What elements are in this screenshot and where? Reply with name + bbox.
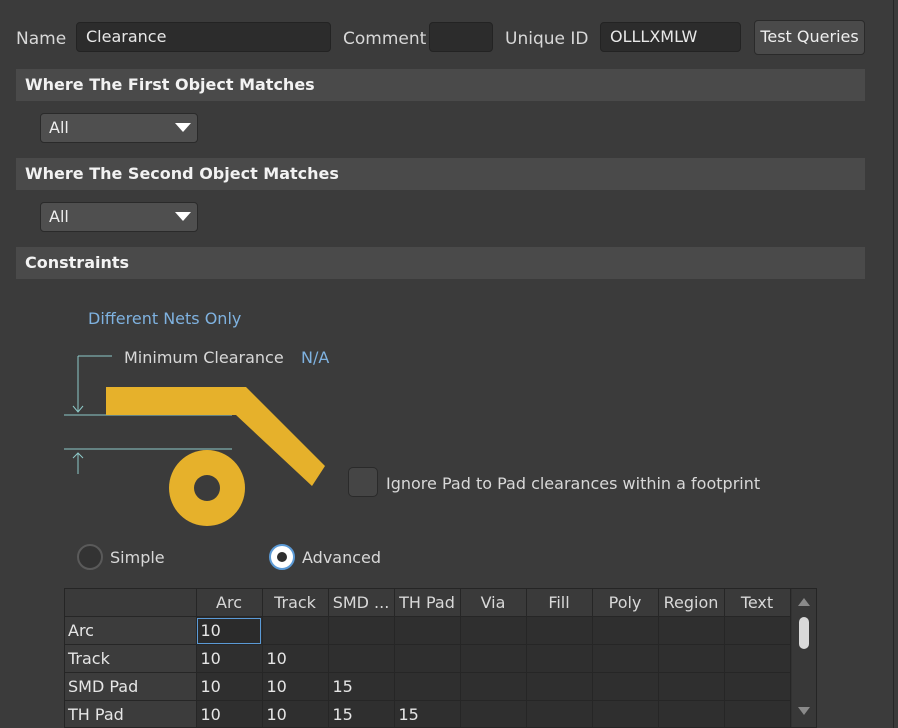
comment-label: Comment [343,29,427,49]
table-cell[interactable] [526,644,593,673]
first-object-header: Where The First Object Matches [16,69,865,101]
table-row: Track 10 10 [65,644,791,673]
table-cell[interactable] [724,616,791,645]
table-cell[interactable] [658,700,725,727]
column-header: Arc [196,589,263,617]
table-cell[interactable]: 10 [196,644,263,673]
table-cell[interactable]: 10 [196,700,263,727]
matrix-scrollbar[interactable] [792,589,816,727]
second-object-value: All [49,207,69,226]
table-cell[interactable] [724,700,791,727]
simple-label: Simple [110,548,165,567]
unique-id-label: Unique ID [505,29,589,49]
constraints-header: Constraints [16,247,865,279]
clearance-table: Arc Track SMD ... TH Pad Via Fill Poly R… [65,589,791,727]
scrollbar-thumb[interactable] [799,617,809,649]
table-cell[interactable] [724,672,791,701]
table-row: Arc 10 [65,616,791,645]
table-cell[interactable] [394,644,461,673]
first-object-value: All [49,118,69,137]
table-cell[interactable] [526,672,593,701]
table-cell[interactable] [460,672,527,701]
table-cell[interactable]: 10 [262,672,329,701]
table-cell[interactable] [592,672,659,701]
first-object-dropdown[interactable]: All [40,113,198,143]
chevron-down-icon [175,212,191,221]
column-header: SMD ... [328,589,395,617]
table-cell[interactable] [460,644,527,673]
table-cell[interactable] [460,700,527,727]
ignore-pad-label: Ignore Pad to Pad clearances within a fo… [386,474,761,493]
table-cell[interactable] [328,616,395,645]
table-row: TH Pad 10 10 15 15 [65,700,791,727]
table-cell[interactable] [526,700,593,727]
column-header: Track [262,589,329,617]
table-cell[interactable] [526,616,593,645]
clearance-diagram [64,355,325,526]
clearance-matrix[interactable]: Arc Track SMD ... TH Pad Via Fill Poly R… [64,588,817,728]
table-cell[interactable] [394,616,461,645]
table-cell[interactable]: 15 [328,672,395,701]
row-header: Arc [65,616,197,645]
column-header: Poly [592,589,659,617]
column-header: Text [724,589,791,617]
row-header: Track [65,644,197,673]
second-object-header: Where The Second Object Matches [16,158,865,190]
table-cell[interactable] [592,644,659,673]
table-cell[interactable] [658,644,725,673]
table-cell[interactable] [658,616,725,645]
table-cell[interactable]: 10 [196,616,263,645]
scroll-up-icon[interactable] [798,598,810,606]
table-cell[interactable]: 10 [262,700,329,727]
table-cell[interactable]: 10 [262,644,329,673]
radio-dot-icon [277,552,287,562]
table-cell[interactable] [328,644,395,673]
table-cell[interactable] [592,700,659,727]
column-header: TH Pad [394,589,461,617]
table-cell[interactable] [592,616,659,645]
comment-input[interactable] [429,22,493,52]
table-cell[interactable] [724,644,791,673]
name-label: Name [16,29,67,49]
second-object-dropdown[interactable]: All [40,202,198,232]
table-cell[interactable] [262,616,329,645]
table-cell[interactable]: 15 [328,700,395,727]
column-header: Fill [526,589,593,617]
name-input[interactable]: Clearance [76,22,331,52]
advanced-radio[interactable] [269,544,295,570]
matrix-corner [65,589,197,617]
column-header: Via [460,589,527,617]
ignore-pad-checkbox[interactable] [348,467,378,497]
table-cell[interactable] [658,672,725,701]
row-header: SMD Pad [65,672,197,701]
chevron-down-icon [175,123,191,132]
row-header: TH Pad [65,700,197,727]
table-cell[interactable]: 15 [394,700,461,727]
matrix-header-row: Arc Track SMD ... TH Pad Via Fill Poly R… [65,589,791,617]
test-queries-button[interactable]: Test Queries [754,20,865,55]
table-cell[interactable] [394,672,461,701]
different-nets-link[interactable]: Different Nets Only [88,309,241,328]
table-cell[interactable]: 10 [196,672,263,701]
scroll-down-icon[interactable] [798,707,810,715]
table-cell[interactable] [460,616,527,645]
unique-id-input[interactable]: OLLLXMLW [600,22,741,52]
column-header: Region [658,589,725,617]
simple-radio[interactable] [77,544,103,570]
advanced-label: Advanced [302,548,382,567]
panel-divider [893,0,894,728]
table-row: SMD Pad 10 10 15 [65,672,791,701]
